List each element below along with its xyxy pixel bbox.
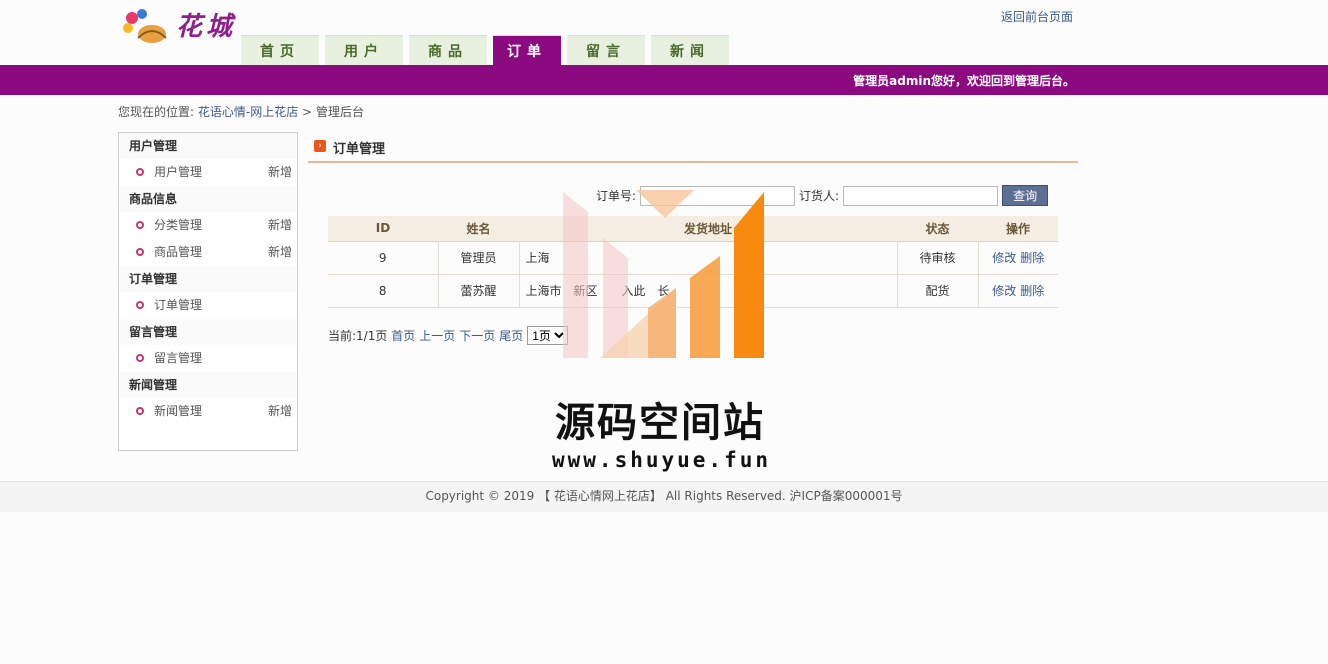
- first-page-link[interactable]: 首页: [391, 327, 415, 344]
- sidebar-group-orders: 订单管理: [119, 266, 297, 292]
- sidebar-item-product-management[interactable]: 商品管理 新增: [119, 239, 297, 266]
- sidebar-add-user-link[interactable]: 新增: [268, 159, 292, 186]
- query-button[interactable]: 查询: [1002, 185, 1049, 206]
- sidebar-item-news-management[interactable]: 新闻管理 新增: [119, 398, 297, 425]
- watermark-logo-icon: [563, 190, 764, 358]
- sidebar-item-label[interactable]: 商品管理: [154, 245, 202, 259]
- nav-tab-products[interactable]: 商品: [409, 35, 487, 65]
- main-nav: 首页 用户 商品 订单 留言 新闻: [241, 35, 735, 66]
- header: 花城 返回前台页面 首页 用户 商品 订单 留言 新闻: [0, 0, 1328, 66]
- sidebar-item-category-management[interactable]: 分类管理 新增: [119, 212, 297, 239]
- breadcrumb: 您现在的位置: 花语心情-网上花店 > 管理后台: [118, 103, 364, 120]
- nav-tab-news[interactable]: 新闻: [651, 35, 729, 65]
- sidebar-item-message-management[interactable]: 留言管理: [119, 345, 297, 372]
- nav-tab-home[interactable]: 首页: [241, 35, 319, 65]
- breadcrumb-current: 管理后台: [315, 105, 364, 119]
- sidebar-group-news: 新闻管理: [119, 372, 297, 398]
- bullet-icon: [136, 301, 144, 309]
- cell-name: 管理员: [438, 241, 520, 275]
- column-header-name: 姓名: [438, 216, 519, 242]
- nav-tab-orders[interactable]: 订单: [493, 35, 561, 66]
- cell-name: 蕾苏醒: [438, 274, 520, 308]
- last-page-link[interactable]: 尾页: [499, 327, 523, 344]
- page-indicator: 当前:1/1页: [328, 329, 388, 343]
- next-page-link[interactable]: 下一页: [459, 327, 495, 344]
- customer-input[interactable]: [843, 185, 999, 206]
- sidebar-item-label[interactable]: 分类管理: [154, 218, 202, 232]
- welcome-message: 管理员admin您好，欢迎回到管理后台。: [853, 74, 1075, 88]
- customer-label: 订货人:: [799, 189, 840, 203]
- bullet-icon: [136, 354, 144, 362]
- sidebar-item-order-management[interactable]: 订单管理: [119, 292, 297, 319]
- sidebar-group-products: 商品信息: [119, 186, 297, 212]
- footer: Copyright © 2019 【 花语心情网上花店】 All Rights …: [0, 481, 1328, 512]
- nav-tab-users[interactable]: 用户: [325, 35, 403, 65]
- cell-actions: 修改 删除: [978, 274, 1058, 308]
- cell-status: 待审核: [897, 241, 979, 275]
- back-to-frontend-link[interactable]: 返回前台页面: [1001, 8, 1073, 25]
- cell-id: 9: [328, 241, 439, 275]
- prev-page-link[interactable]: 上一页: [419, 327, 455, 344]
- section-header: › 订单管理: [308, 136, 1078, 163]
- breadcrumb-home-link[interactable]: 花语心情-网上花店: [198, 105, 298, 119]
- sidebar-item-label[interactable]: 订单管理: [154, 298, 202, 312]
- delete-link[interactable]: 删除: [1020, 284, 1044, 298]
- sidebar-group-messages: 留言管理: [119, 319, 297, 345]
- bullet-icon: [136, 221, 144, 229]
- column-header-id: ID: [328, 216, 438, 242]
- top-bar: 管理员admin您好，欢迎回到管理后台。: [0, 65, 1328, 95]
- cell-actions: 修改 删除: [978, 241, 1058, 275]
- delete-link[interactable]: 删除: [1020, 251, 1044, 265]
- bullet-icon: [136, 407, 144, 415]
- nav-tab-messages[interactable]: 留言: [567, 35, 645, 65]
- column-header-actions: 操作: [978, 216, 1058, 242]
- sidebar-item-user-management[interactable]: 用户管理 新增: [119, 159, 297, 186]
- watermark-text: 源码空间站: [555, 400, 765, 446]
- breadcrumb-prefix: 您现在的位置:: [118, 105, 195, 119]
- sidebar-add-category-link[interactable]: 新增: [268, 212, 292, 239]
- sidebar: 用户管理 用户管理 新增 商品信息 分类管理 新增 商品管理 新增 订单管理 订…: [118, 132, 298, 451]
- breadcrumb-separator: >: [302, 105, 313, 119]
- sidebar-item-label[interactable]: 新闻管理: [154, 404, 202, 418]
- bullet-icon: [136, 168, 144, 176]
- column-header-status: 状态: [897, 216, 978, 242]
- pagination: 当前:1/1页 首页 上一页 下一页 尾页 1页: [328, 326, 569, 345]
- bullet-icon: [136, 248, 144, 256]
- page-title: 订单管理: [333, 142, 386, 157]
- logo-text: 花城: [176, 12, 237, 42]
- cell-status: 配货: [897, 274, 979, 308]
- sidebar-group-users: 用户管理: [119, 133, 297, 159]
- sidebar-add-news-link[interactable]: 新增: [268, 398, 292, 425]
- sidebar-item-label[interactable]: 留言管理: [154, 351, 202, 365]
- arrow-right-icon: ›: [314, 140, 326, 152]
- edit-link[interactable]: 修改: [992, 251, 1016, 265]
- edit-link[interactable]: 修改: [992, 284, 1016, 298]
- cell-id: 8: [328, 274, 439, 308]
- sidebar-add-product-link[interactable]: 新增: [268, 239, 292, 266]
- sidebar-item-label[interactable]: 用户管理: [154, 165, 202, 179]
- watermark-url: www.shuyue.fun: [552, 448, 772, 472]
